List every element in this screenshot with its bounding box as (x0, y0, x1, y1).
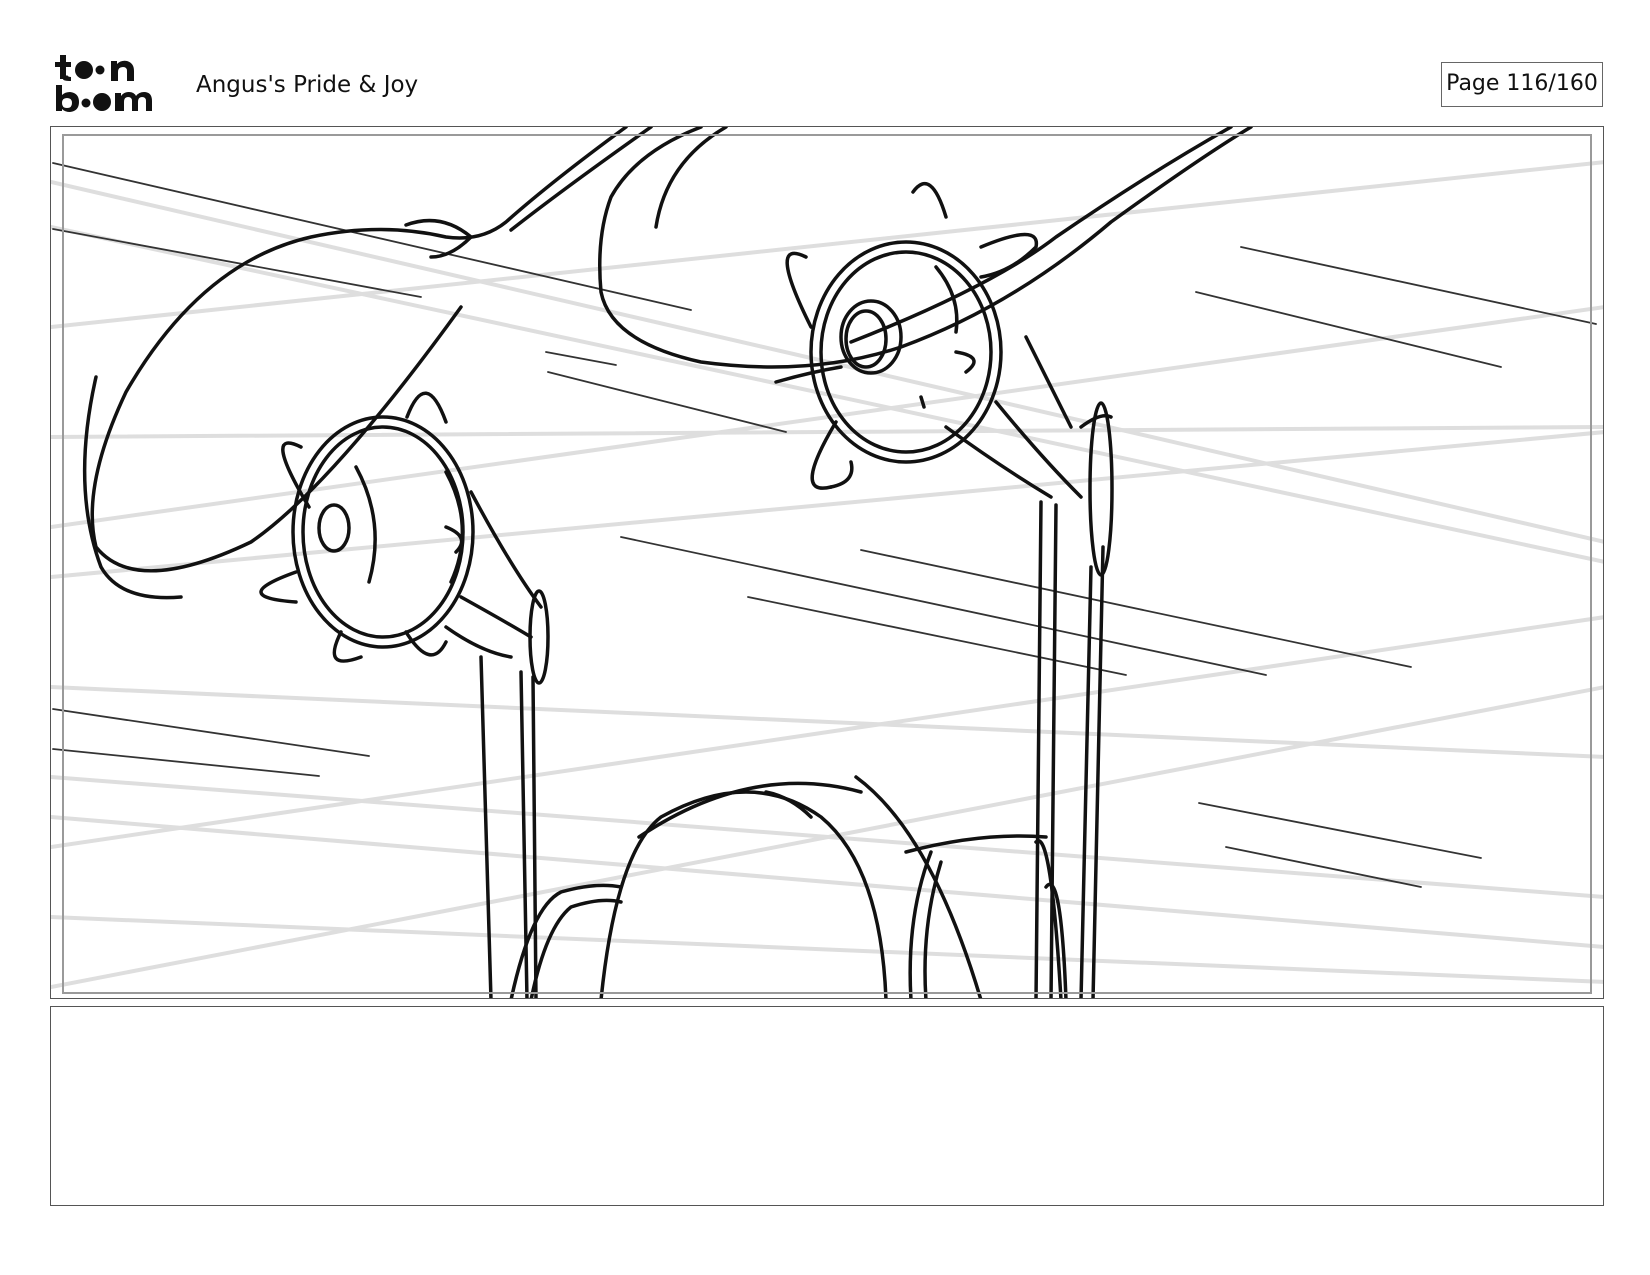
project-title: Angus's Pride & Joy (196, 72, 419, 98)
panel-sketch (51, 127, 1603, 998)
dark-speed-lines (52, 162, 1597, 888)
toonboom-logo (54, 53, 172, 115)
panel-notes-box[interactable] (50, 1006, 1604, 1206)
panel-notes-text (65, 1017, 1589, 1195)
storyboard-panel (50, 126, 1604, 999)
page-counter: Page 116/160 (1441, 62, 1603, 107)
toonboom-logo-icon (55, 55, 152, 112)
light-speed-lines (51, 160, 1603, 989)
